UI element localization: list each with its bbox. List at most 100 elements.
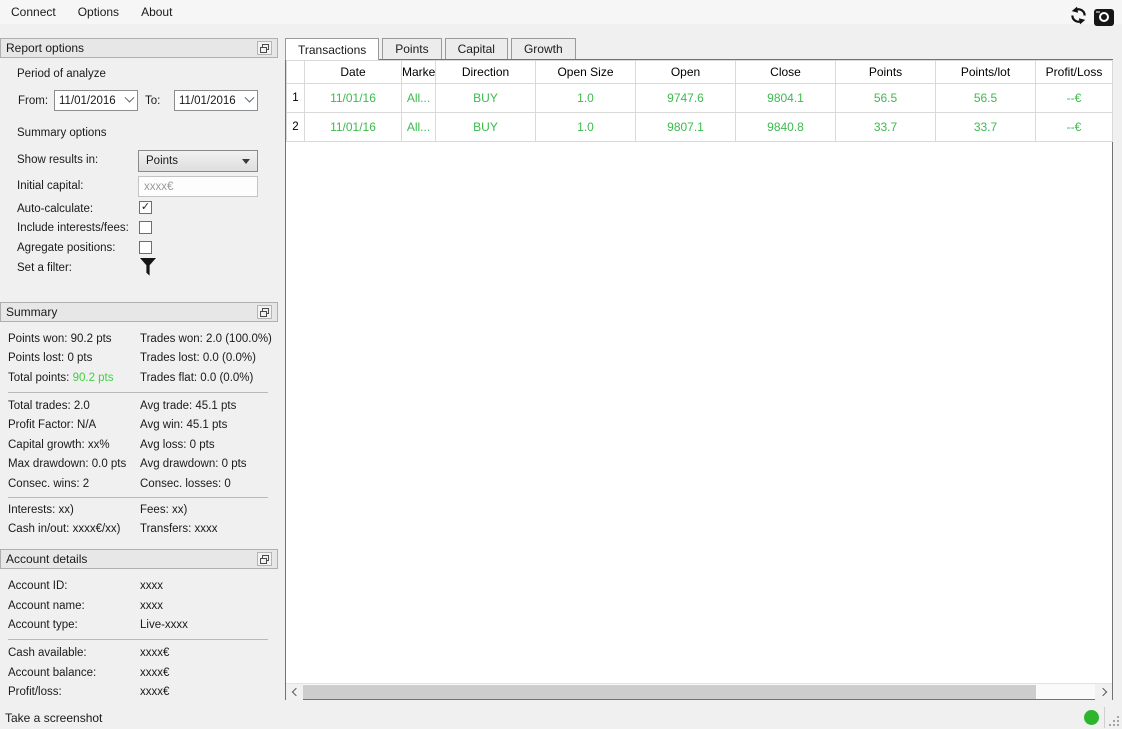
stat-avg-drawdown: Avg drawdown: 0 pts xyxy=(140,458,247,471)
panel-title: Report options xyxy=(6,41,85,55)
summary-mid-left-column: Total trades: 2.0 Profit Factor: N/A Cap… xyxy=(8,397,126,494)
cell-date: 11/01/16 xyxy=(304,112,402,142)
stat-avg-trade: Avg trade: 45.1 pts xyxy=(140,400,237,412)
total-points-value: 90.2 pts xyxy=(72,371,114,384)
float-panel-button[interactable] xyxy=(257,552,272,566)
menu-connect[interactable]: Connect xyxy=(0,1,67,23)
stat-max-drawdown: Max drawdown: 0.0 pts xyxy=(8,458,127,471)
dropdown-arrow-icon xyxy=(242,158,250,164)
menu-bar: Connect Options About xyxy=(0,0,1122,24)
from-date-picker[interactable]: 11/01/2016 xyxy=(54,90,138,111)
stat-trades-lost: Trades lost: 0.0 (0.0%) xyxy=(140,352,256,365)
screenshot-button[interactable] xyxy=(1094,8,1114,26)
refresh-button[interactable] xyxy=(1069,6,1088,28)
cell-points: 33.7 xyxy=(835,112,936,142)
tab-transactions[interactable]: Transactions xyxy=(285,38,380,60)
summary-bottom-left-column: Interests: xx) Cash in/out: xxxx€/xx) xyxy=(8,501,120,540)
cell-open: 9747.6 xyxy=(635,83,736,113)
stat-profit-factor: Profit Factor: N/A xyxy=(8,419,97,432)
summary-header: Summary xyxy=(0,302,278,322)
col-direction[interactable]: Direction xyxy=(435,60,536,84)
aggregate-positions-checkbox[interactable] xyxy=(139,241,152,254)
float-panel-button[interactable] xyxy=(257,41,272,55)
chevron-down-icon xyxy=(124,92,135,103)
account-details-header: Account details xyxy=(0,549,278,569)
divider xyxy=(8,392,268,393)
auto-calculate-label: Auto-calculate: xyxy=(17,203,94,215)
take-screenshot-label[interactable]: Take a screenshot xyxy=(5,711,102,725)
account-values-bottom: xxxx€ xxxx€ xxxx€ xyxy=(140,644,169,703)
col-date[interactable]: Date xyxy=(304,60,402,84)
stat-total-trades: Total trades: 2.0 xyxy=(8,400,90,412)
tab-points[interactable]: Points xyxy=(382,38,442,59)
summary-points-column: Points won: 90.2 pts Points lost: 0 pts … xyxy=(8,330,114,388)
account-labels-top: Account ID: Account name: Account type: xyxy=(8,577,85,636)
col-open[interactable]: Open xyxy=(635,60,736,84)
connection-status-icon xyxy=(1084,710,1099,725)
tab-capital[interactable]: Capital xyxy=(444,38,508,59)
col-points-lot[interactable]: Points/lot xyxy=(935,60,1036,84)
menu-options[interactable]: Options xyxy=(67,1,130,23)
filter-icon xyxy=(139,258,157,280)
scroll-left-button[interactable] xyxy=(286,684,303,700)
float-panel-icon xyxy=(260,41,269,56)
stat-points-won: Points won: 90.2 pts xyxy=(8,333,112,345)
app-window: Connect Options About Report options Per… xyxy=(0,0,1122,729)
cash-available-value: xxxx€ xyxy=(140,647,170,659)
account-id-label: Account ID: xyxy=(8,580,68,592)
cell-points-lot: 33.7 xyxy=(935,112,1036,142)
divider xyxy=(1104,707,1105,728)
cell-points: 56.5 xyxy=(835,83,936,113)
row-number: 2 xyxy=(286,112,305,142)
stat-consec-wins: Consec. wins: 2 xyxy=(8,477,90,490)
profit-loss-value: xxxx€ xyxy=(140,686,170,699)
cell-open-size: 1.0 xyxy=(535,83,636,113)
stat-total-points: Total points: 90.2 pts xyxy=(8,371,114,384)
period-of-analyze-label: Period of analyze xyxy=(17,68,106,80)
stat-interests: Interests: xx) xyxy=(8,504,74,516)
chevron-down-icon xyxy=(244,92,255,103)
horizontal-scrollbar[interactable] xyxy=(286,683,1112,700)
col-market[interactable]: Market xyxy=(401,60,436,84)
from-date-value: 11/01/2016 xyxy=(59,94,116,107)
resize-grip[interactable] xyxy=(1109,716,1119,726)
auto-calculate-checkbox[interactable]: ✓ xyxy=(139,201,152,214)
transactions-table: Date Market Direction Open Size Open Clo… xyxy=(285,59,1113,700)
account-type-label: Account type: xyxy=(8,619,78,632)
account-name-value: xxxx xyxy=(140,599,163,612)
menu-about[interactable]: About xyxy=(130,1,183,23)
stat-consec-losses: Consec. losses: 0 xyxy=(140,477,231,490)
chevron-right-icon xyxy=(1098,687,1107,697)
initial-capital-input[interactable] xyxy=(138,176,258,197)
include-fees-checkbox[interactable] xyxy=(139,221,152,234)
stat-capital-growth: Capital growth: xx% xyxy=(8,438,110,451)
divider xyxy=(8,497,268,498)
account-id-value: xxxx xyxy=(140,580,163,592)
to-date-picker[interactable]: 11/01/2016 xyxy=(174,90,258,111)
show-results-select[interactable]: Points xyxy=(138,150,258,172)
col-points[interactable]: Points xyxy=(835,60,936,84)
cash-available-label: Cash available: xyxy=(8,647,87,659)
account-balance-label: Account balance: xyxy=(8,666,97,679)
account-labels-bottom: Cash available: Account balance: Profit/… xyxy=(8,644,96,703)
profit-loss-label: Profit/loss: xyxy=(8,686,62,699)
stat-avg-loss: Avg loss: 0 pts xyxy=(140,438,215,451)
summary-trades-column: Trades won: 2.0 (100.0%) Trades lost: 0.… xyxy=(140,330,272,388)
cell-direction: BUY xyxy=(435,112,536,142)
table-row[interactable]: 2 11/01/16 All... BUY 1.0 9807.1 9840.8 … xyxy=(286,112,1113,142)
col-close[interactable]: Close xyxy=(735,60,836,84)
scroll-right-button[interactable] xyxy=(1095,684,1112,700)
cell-open-size: 1.0 xyxy=(535,112,636,142)
float-panel-icon xyxy=(260,552,269,567)
float-panel-button[interactable] xyxy=(257,305,272,319)
col-open-size[interactable]: Open Size xyxy=(535,60,636,84)
status-bar: Take a screenshot xyxy=(0,706,1122,729)
table-row[interactable]: 1 11/01/16 All... BUY 1.0 9747.6 9804.1 … xyxy=(286,83,1113,113)
divider xyxy=(8,639,268,640)
col-profit-loss[interactable]: Profit/Loss xyxy=(1035,60,1113,84)
aggregate-positions-label: Agregate positions: xyxy=(17,242,116,254)
tab-growth[interactable]: Growth xyxy=(510,38,576,59)
scrollbar-thumb[interactable] xyxy=(303,685,1036,699)
account-name-label: Account name: xyxy=(8,599,85,612)
set-filter-button[interactable] xyxy=(139,257,157,280)
